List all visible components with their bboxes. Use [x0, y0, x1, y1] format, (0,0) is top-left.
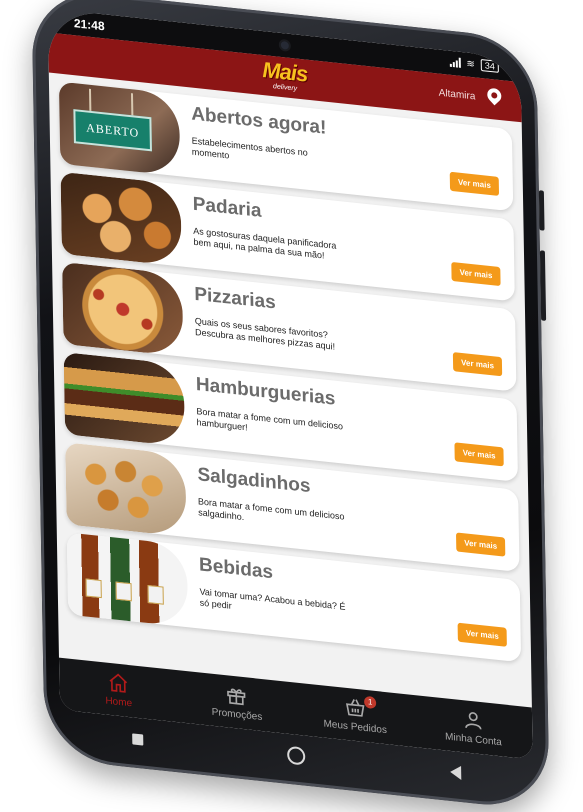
ver-mais-button[interactable]: Ver mais	[457, 622, 507, 647]
tab-meus-pedidos[interactable]: 1 Meus Pedidos	[295, 683, 414, 748]
home-button-icon[interactable]	[287, 745, 306, 766]
home-icon	[109, 673, 128, 693]
battery-indicator: 34	[480, 58, 499, 73]
tab-home[interactable]: Home	[59, 658, 178, 723]
phone-frame: 21:48 ≋ 34 Mais delivery Altamira ABERTO…	[31, 0, 550, 812]
ver-mais-button[interactable]: Ver mais	[456, 532, 506, 557]
tab-minha-conta[interactable]: Minha Conta	[414, 695, 533, 760]
recent-apps-icon[interactable]	[132, 732, 144, 746]
orders-badge: 1	[364, 695, 377, 710]
ver-mais-button[interactable]: Ver mais	[451, 261, 501, 287]
category-list: ABERTO Abertos agora! Estabelecimentos a…	[49, 72, 531, 663]
signal-icon	[449, 57, 461, 68]
open-sign-image: ABERTO	[58, 81, 181, 177]
card-title: Hamburguerias	[195, 374, 336, 410]
wifi-icon: ≋	[466, 57, 475, 70]
card-description: Bora matar a fome com um delicioso salga…	[197, 496, 345, 523]
card-title: Padaria	[192, 193, 262, 222]
app-logo[interactable]: Mais	[262, 57, 307, 88]
pizza-image	[62, 261, 184, 357]
tab-label: Minha Conta	[445, 731, 502, 749]
tab-label: Promoções	[211, 706, 263, 724]
card-description: As gostosuras daquela panificadora bem a…	[193, 225, 337, 261]
card-title: Bebidas	[198, 554, 274, 584]
volume-button	[538, 190, 545, 231]
ver-mais-button[interactable]: Ver mais	[452, 352, 503, 377]
status-time: 21:48	[73, 16, 105, 34]
back-icon[interactable]	[449, 764, 462, 781]
card-title: Abertos agora!	[191, 103, 327, 139]
ver-mais-button[interactable]: Ver mais	[454, 442, 504, 467]
drinks-image	[66, 532, 189, 628]
tab-promocoes[interactable]: Promoções	[177, 670, 296, 735]
snacks-image	[65, 442, 187, 538]
tab-label: Home	[105, 695, 133, 710]
status-icons: ≋ 34	[449, 56, 499, 73]
basket-icon	[345, 699, 365, 717]
card-title: Pizzarias	[194, 283, 276, 314]
location-pin-icon[interactable]	[484, 85, 505, 106]
gift-icon	[227, 688, 246, 706]
phone-screen: 21:48 ≋ 34 Mais delivery Altamira ABERTO…	[47, 8, 533, 760]
power-button	[539, 250, 547, 321]
bread-image	[60, 171, 182, 267]
card-description: Bora matar a fome com um delicioso hambu…	[196, 406, 344, 433]
tab-label: Meus Pedidos	[323, 718, 388, 737]
ver-mais-button[interactable]: Ver mais	[449, 171, 500, 196]
front-camera	[280, 40, 289, 50]
app-logo-subtitle: delivery	[272, 83, 298, 93]
card-description: Estabelecimentos abertos no momento	[191, 135, 308, 161]
card-description: Quais os seus sabores favoritos? Descubr…	[194, 315, 336, 352]
open-sign-text: ABERTO	[73, 109, 152, 152]
city-selector[interactable]: Altamira	[439, 88, 476, 103]
burger-image	[63, 352, 186, 447]
user-icon	[465, 712, 482, 730]
card-title: Salgadinhos	[197, 464, 311, 498]
card-description: Vai tomar uma? Acabou a bebida? É só ped…	[199, 586, 346, 612]
